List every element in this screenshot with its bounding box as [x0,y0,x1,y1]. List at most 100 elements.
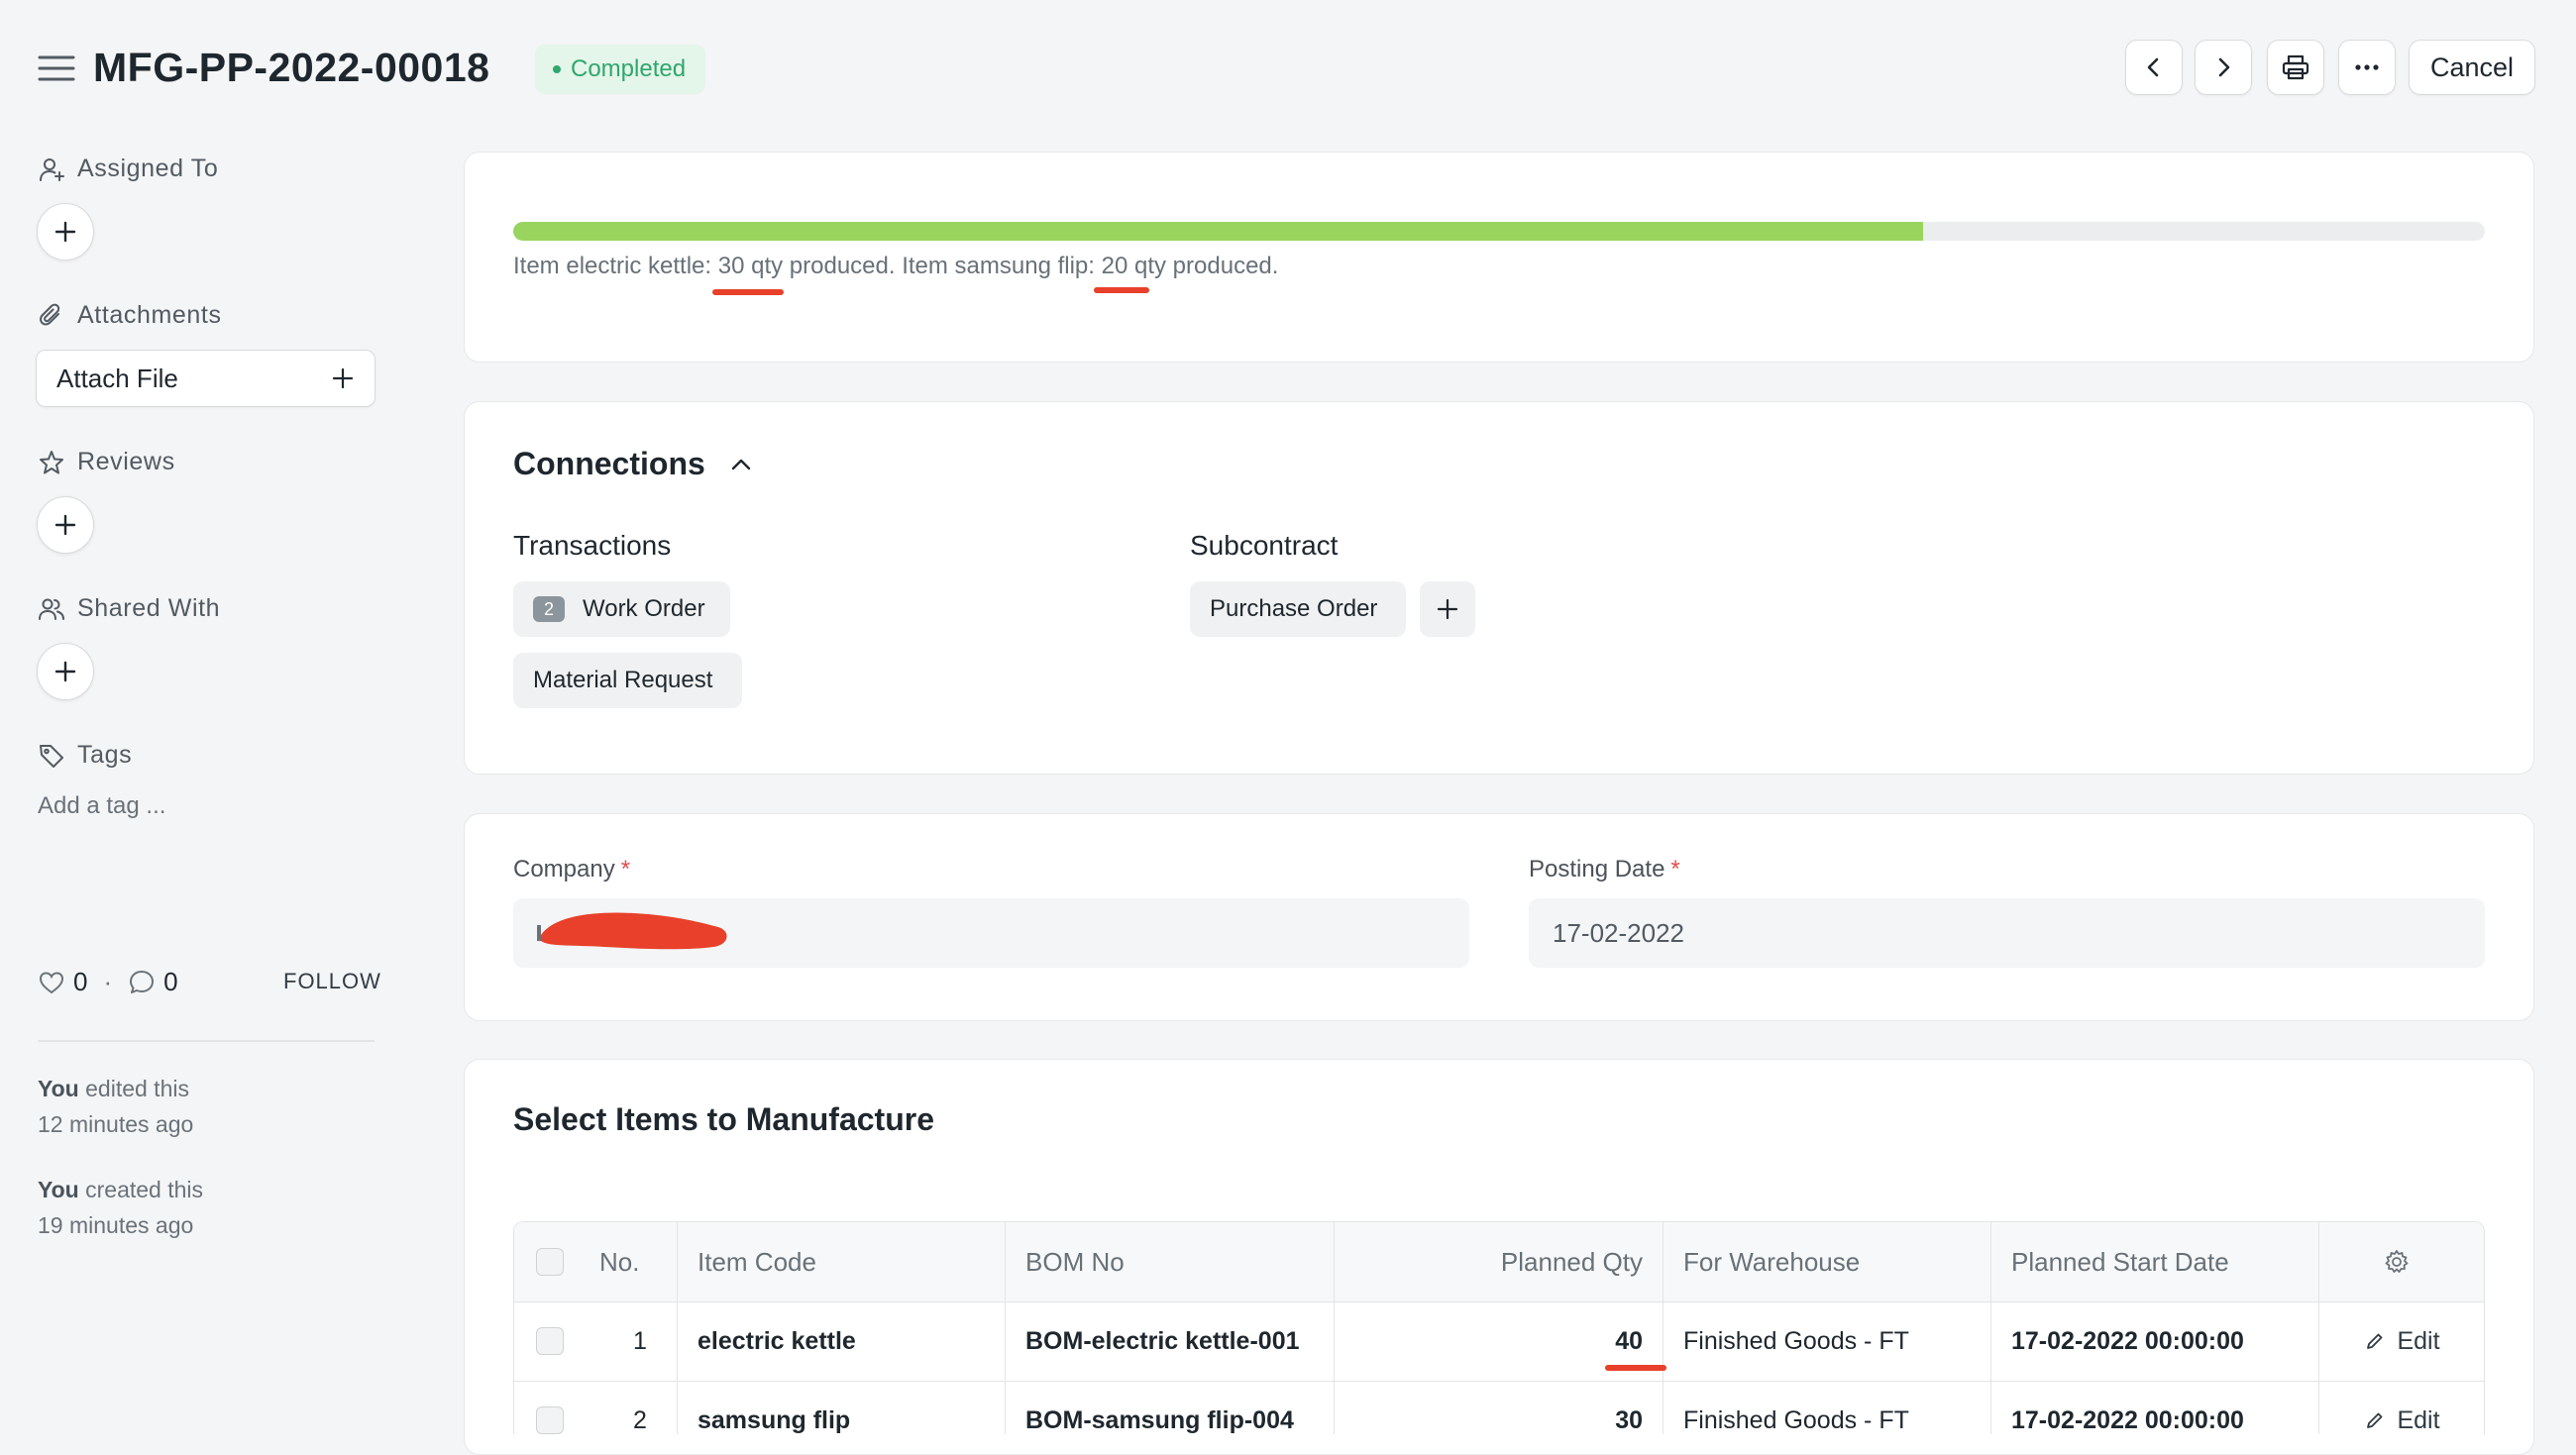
start-date-cell[interactable]: 17-02-2022 00:00:00 [1991,1381,2319,1434]
column-bom-no: BOM No [1006,1222,1335,1301]
status-dot [553,65,561,73]
purchase-order-label: Purchase Order [1210,595,1378,622]
material-request-label: Material Request [533,667,713,693]
star-icon [40,450,63,473]
more-actions-button[interactable] [2338,40,2396,95]
add-assignee-button[interactable] [37,203,94,260]
activity-item: You created this 19 minutes ago [38,1172,203,1243]
column-planned-qty: Planned Qty [1335,1222,1664,1301]
tags-label: Tags [77,741,133,769]
work-order-label: Work Order [583,595,705,622]
header-select-cell: No. [514,1222,678,1301]
menu-icon[interactable] [38,54,75,82]
annotation-underline [1093,287,1149,293]
column-settings[interactable] [2319,1222,2484,1301]
add-purchase-order-button[interactable] [1420,581,1475,637]
planned-qty-wrap: 40 [1605,1327,1667,1371]
add-tag-link[interactable]: Add a tag ... [38,792,165,820]
heart-icon[interactable] [38,970,65,995]
shared-with-section: Shared With [38,594,220,623]
reviews-section: Reviews [38,448,175,476]
attach-file-button[interactable]: Attach File [36,350,376,407]
edit-label: Edit [2397,1405,2440,1434]
user-plus-icon [40,157,64,181]
table-header: No. Item Code BOM No Planned Qty For War… [514,1222,2484,1302]
bom-no-cell[interactable]: BOM-samsung flip-004 [1006,1381,1335,1434]
posting-date-label-text: Posting Date [1529,856,1665,883]
activity-time: 19 minutes ago [38,1212,194,1238]
company-label: Company * [513,856,630,883]
shared-with-label: Shared With [77,594,221,622]
separator-dot: · [103,967,113,996]
chevron-up-icon[interactable] [729,457,753,472]
table-row[interactable]: 2 samsung flip BOM-samsung flip-004 30 F… [514,1381,2484,1434]
share-button[interactable] [37,643,94,700]
planned-qty-cell[interactable]: 30 [1335,1381,1664,1434]
cancel-button[interactable]: Cancel [2409,40,2535,95]
posting-date-label: Posting Date * [1529,856,1680,883]
page-title: MFG-PP-2022-00018 [93,45,490,90]
item-code-cell[interactable]: samsung flip [678,1381,1006,1434]
progress-bar-fill [513,222,1923,241]
attachments-section: Attachments [38,301,222,330]
bom-no-cell[interactable]: BOM-electric kettle-001 [1006,1301,1335,1381]
tag-icon [40,744,63,768]
pencil-icon [2367,1412,2383,1428]
purchase-order-link[interactable]: Purchase Order [1190,581,1406,637]
attachments-label: Attachments [77,301,222,329]
progress-text-part: qty produced. [1127,253,1279,279]
transactions-group-title: Transactions [513,530,672,561]
status-label: Completed [571,55,687,82]
print-button[interactable] [2267,40,2324,95]
gear-icon[interactable] [2383,1248,2411,1276]
required-marker: * [620,856,631,883]
status-badge: Completed [535,45,706,94]
assigned-to-label: Assigned To [77,155,219,182]
table-row[interactable]: 1 electric kettle BOM-electric kettle-00… [514,1301,2484,1382]
activity-action: edited this [78,1076,189,1101]
follow-button[interactable]: FOLLOW [283,969,381,994]
next-button[interactable] [2195,40,2252,95]
paperclip-icon [40,303,60,325]
items-table: No. Item Code BOM No Planned Qty For War… [513,1221,2485,1434]
connections-title: Connections [513,446,705,481]
edit-row-button[interactable]: Edit [2319,1301,2484,1381]
column-for-warehouse: For Warehouse [1664,1222,1991,1301]
activity-item: You edited this 12 minutes ago [38,1071,193,1142]
edit-row-button[interactable]: Edit [2319,1381,2484,1434]
work-order-count: 2 [533,596,565,622]
more-icon [2355,64,2379,70]
users-icon [39,598,64,620]
add-review-button[interactable] [37,496,94,554]
start-date-cell[interactable]: 17-02-2022 00:00:00 [1991,1301,2319,1381]
company-label-text: Company [513,856,615,883]
annotation-underline [711,289,784,295]
subcontract-group-title: Subcontract [1190,530,1339,561]
select-all-checkbox[interactable] [536,1248,564,1276]
reviews-label: Reviews [77,448,175,475]
warehouse-cell[interactable]: Finished Goods - FT [1664,1301,1991,1381]
annotation-underline [1605,1364,1667,1371]
planned-qty-cell[interactable]: 40 [1335,1301,1667,1381]
warehouse-cell[interactable]: Finished Goods - FT [1664,1381,1991,1434]
sidebar-divider [38,1040,375,1042]
row-checkbox[interactable] [536,1406,564,1434]
kettle-qty: 30 [711,253,784,295]
planned-qty-value: 30 [1615,1405,1643,1434]
connections-header[interactable]: Connections [513,446,753,482]
column-no: No. [599,1246,640,1277]
material-request-link[interactable]: Material Request [513,653,742,708]
work-order-link[interactable]: 2 Work Order [513,581,730,637]
row-select-cell: 1 [514,1301,678,1381]
plus-icon [54,514,76,536]
posting-date-field[interactable]: 17-02-2022 [1529,898,2485,968]
item-code-cell[interactable]: electric kettle [678,1301,1006,1381]
row-checkbox[interactable] [536,1327,564,1355]
progress-text-part: qty produced. Item samsung flip: [744,253,1102,279]
likes-comments: 0 · 0 [38,967,178,997]
progress-text: Item electric kettle: 30 qty produced. I… [513,253,1279,295]
previous-button[interactable] [2125,40,2183,95]
row-no: 2 [633,1405,647,1434]
progress-bar [513,222,2485,241]
comment-icon[interactable] [128,969,156,996]
